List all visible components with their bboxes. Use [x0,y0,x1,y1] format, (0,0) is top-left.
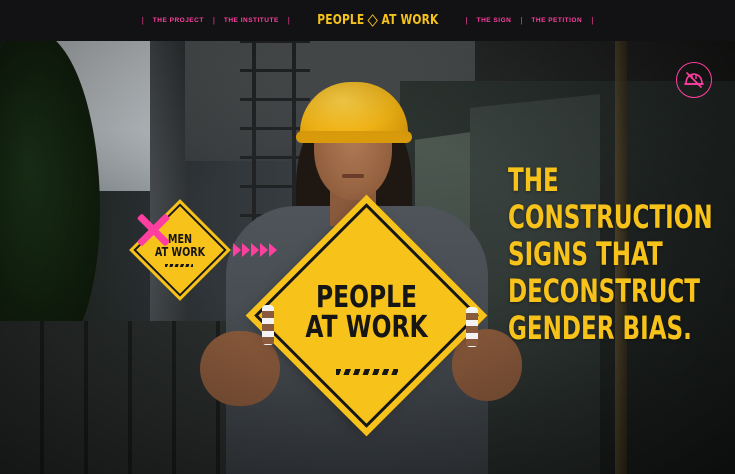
hero-section: MEN AT WORK PEOPLE AT WORK THE CONSTRUCT… [0,41,735,474]
headline-line: THE [508,161,559,199]
hard-hat-icon-button[interactable] [676,62,712,98]
big-sign-text: PEOPLE AT WORK [279,283,455,343]
chevron-right-icon [242,243,250,257]
small-sign-stripes [165,264,193,267]
big-sign-stripes [336,369,398,375]
headline-line: CONSTRUCTION [508,198,713,236]
hero-headline: THE CONSTRUCTION SIGNS THAT DECONSTRUCT … [508,161,713,347]
logo-text-at-work: AT WORK [381,13,439,28]
logo-diamond-icon [367,14,379,27]
chevron-right-icon [233,243,241,257]
big-sign-line1: PEOPLE [315,280,418,315]
worker-fingers-right [466,307,478,347]
headline-line: DECONSTRUCT [508,272,701,310]
people-at-work-sign: PEOPLE AT WORK [245,194,488,437]
cross-out-x-icon [135,212,171,248]
site-logo[interactable]: PEOPLE AT WORK [307,13,448,28]
worker-fingers-left [262,305,274,345]
top-navigation-bar: | THE PROJECT | THE INSTITUTE | PEOPLE A… [0,0,735,41]
big-sign-line2: AT WORK [305,310,428,345]
headline-line: SIGNS THAT [508,235,663,273]
nav-link-the-institute[interactable]: THE INSTITUTE [217,17,286,24]
nav-link-the-sign[interactable]: THE SIGN [470,17,519,24]
logo-text-people: PEOPLE [317,13,365,28]
nav-link-the-petition[interactable]: THE PETITION [524,17,589,24]
headline-line: GENDER BIAS. [508,309,692,347]
nav-separator: | [287,16,290,25]
nav-link-the-project[interactable]: THE PROJECT [146,17,211,24]
main-nav: | THE PROJECT | THE INSTITUTE | PEOPLE A… [140,13,596,28]
nav-separator: | [591,16,594,25]
hard-hat-icon [684,72,704,88]
